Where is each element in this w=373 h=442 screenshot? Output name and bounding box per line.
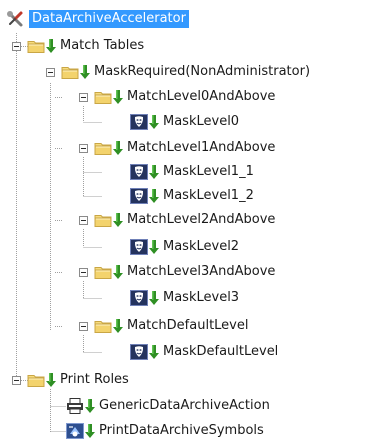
folder-icon <box>94 89 112 105</box>
folder-icon <box>94 264 112 280</box>
tree-item-label: MaskLevel0 <box>163 114 240 129</box>
tree-item-label: MatchLevel2AndAbove <box>127 212 276 227</box>
tree-item-label: GenericDataArchiveAction <box>99 398 270 413</box>
green-down-arrow-icon <box>85 398 95 414</box>
tree-item-mask-level1-2[interactable]: MaskLevel1_2 <box>130 186 254 206</box>
tree-item-label: MaskRequired(NonAdministrator) <box>94 64 311 79</box>
tree-item-match-level1[interactable]: MatchLevel1AndAbove <box>94 138 275 158</box>
print-symbols-icon <box>66 423 84 439</box>
green-down-arrow-icon <box>149 239 159 255</box>
folder-icon <box>61 64 79 80</box>
tree-item-match-default-level[interactable]: MatchDefaultLevel <box>94 316 248 336</box>
printer-role-icon <box>66 398 84 414</box>
green-down-arrow-icon <box>113 140 123 156</box>
tree-root[interactable]: DataArchiveAccelerator <box>6 9 189 29</box>
collapse-toggle-level0[interactable] <box>79 93 88 102</box>
tree-item-mask-default-level[interactable]: MaskDefaultLevel <box>130 342 278 362</box>
collapse-toggle-print-roles[interactable] <box>12 376 21 385</box>
green-down-arrow-icon <box>149 344 159 360</box>
theater-mask-icon <box>130 344 148 360</box>
theater-mask-icon <box>130 164 148 180</box>
tree-item-mask-required[interactable]: MaskRequired(NonAdministrator) <box>61 62 310 82</box>
tree-root-label: DataArchiveAccelerator <box>29 10 189 28</box>
tree-item-mask-level2[interactable]: MaskLevel2 <box>130 237 239 257</box>
collapse-toggle-default-level[interactable] <box>79 322 88 331</box>
tree-item-label: MaskLevel1_2 <box>163 188 254 203</box>
tree-item-label: MatchLevel3AndAbove <box>127 264 276 279</box>
green-down-arrow-icon <box>149 290 159 306</box>
tree-item-print-roles[interactable]: Print Roles <box>27 370 129 390</box>
green-down-arrow-icon <box>46 372 56 388</box>
collapse-toggle-level2[interactable] <box>79 216 88 225</box>
green-down-arrow-icon <box>113 264 123 280</box>
tree-item-label: MaskLevel2 <box>163 239 240 254</box>
green-down-arrow-icon <box>149 188 159 204</box>
theater-mask-icon <box>130 290 148 306</box>
tree-item-match-level2[interactable]: MatchLevel2AndAbove <box>94 210 275 230</box>
green-down-arrow-icon <box>113 212 123 228</box>
folder-icon <box>94 318 112 334</box>
tree-item-label: MatchDefaultLevel <box>127 318 249 333</box>
tree-item-label: MaskLevel1_1 <box>163 164 254 179</box>
tree-item-label: MaskLevel3 <box>163 290 240 305</box>
tree-item-mask-level0[interactable]: MaskLevel0 <box>130 112 239 132</box>
folder-icon <box>94 212 112 228</box>
folder-icon <box>94 140 112 156</box>
tree-item-label: Print Roles <box>60 372 129 387</box>
green-down-arrow-icon <box>113 89 123 105</box>
folder-icon <box>27 38 45 54</box>
tree-item-generic-action[interactable]: GenericDataArchiveAction <box>66 396 270 416</box>
green-down-arrow-icon <box>85 423 95 439</box>
tree-item-match-level3[interactable]: MatchLevel3AndAbove <box>94 262 275 282</box>
tree-item-match-level0[interactable]: MatchLevel0AndAbove <box>94 87 275 107</box>
collapse-toggle-level1[interactable] <box>79 144 88 153</box>
tree-item-mask-level3[interactable]: MaskLevel3 <box>130 288 239 308</box>
tree-item-mask-level1-1[interactable]: MaskLevel1_1 <box>130 162 254 182</box>
green-down-arrow-icon <box>113 318 123 334</box>
folder-icon <box>27 372 45 388</box>
wrench-screwdriver-icon <box>7 11 23 27</box>
collapse-toggle-level3[interactable] <box>79 268 88 277</box>
theater-mask-icon <box>130 114 148 130</box>
tree-item-label: Match Tables <box>60 38 145 53</box>
tree-view: DataArchiveAccelerator Match Tables Mask… <box>0 0 373 442</box>
tree-item-label: MatchLevel1AndAbove <box>127 140 276 155</box>
collapse-toggle-match-tables[interactable] <box>12 42 21 51</box>
collapse-toggle-mask-required[interactable] <box>46 68 55 77</box>
tree-item-label: MaskDefaultLevel <box>163 344 279 359</box>
green-down-arrow-icon <box>149 164 159 180</box>
theater-mask-icon <box>130 239 148 255</box>
theater-mask-icon <box>130 188 148 204</box>
tree-item-print-symbols[interactable]: PrintDataArchiveSymbols <box>66 421 264 441</box>
tree-item-match-tables[interactable]: Match Tables <box>27 36 144 56</box>
green-down-arrow-icon <box>46 38 56 54</box>
tree-item-label: PrintDataArchiveSymbols <box>99 423 264 438</box>
green-down-arrow-icon <box>149 114 159 130</box>
green-down-arrow-icon <box>80 64 90 80</box>
tree-item-label: MatchLevel0AndAbove <box>127 89 276 104</box>
